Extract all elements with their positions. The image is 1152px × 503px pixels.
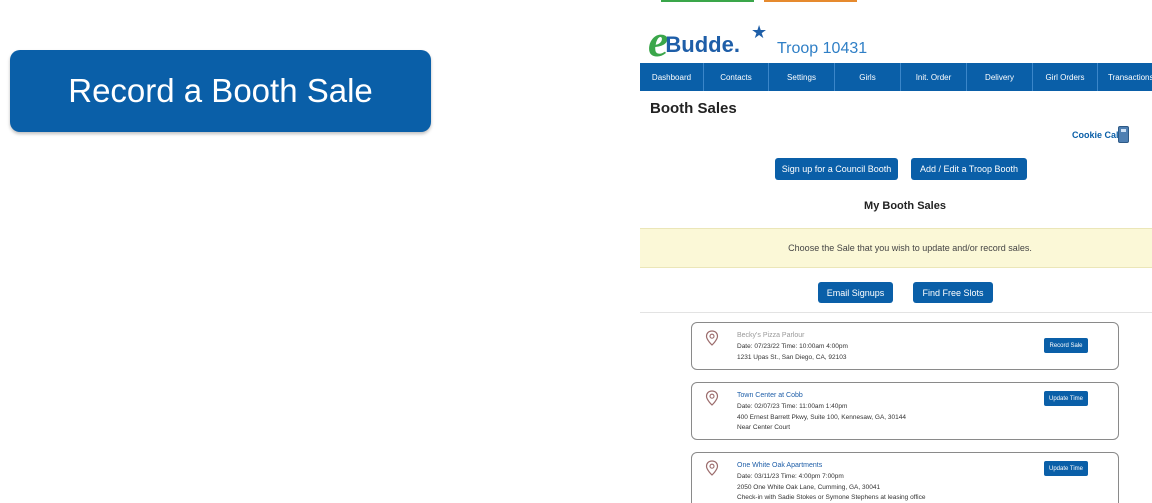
sale-address: 1231 Upas St., San Diego, CA, 92103 xyxy=(737,354,847,361)
map-pin-icon xyxy=(705,390,719,406)
nav-delivery[interactable]: Delivery xyxy=(967,63,1033,91)
logo-text: Budde. xyxy=(665,32,740,57)
sale-note: Near Center Court xyxy=(737,424,791,431)
email-signups-button[interactable]: Email Signups xyxy=(818,282,893,303)
find-free-slots-button[interactable]: Find Free Slots xyxy=(913,282,993,303)
ebudde-logo: e Budde. ★ xyxy=(648,18,767,64)
edit-troop-booth-button[interactable]: Add / Edit a Troop Booth xyxy=(911,158,1027,180)
top-tab-green[interactable] xyxy=(661,0,754,12)
top-tab-orange[interactable] xyxy=(764,0,857,12)
update-time-button[interactable]: Update Time xyxy=(1044,391,1088,406)
nav-girls[interactable]: Girls xyxy=(835,63,901,91)
sale-location-name[interactable]: Becky's Pizza Parlour xyxy=(737,332,804,339)
ebudde-app-panel: e Budde. ★ Troop 10431 Dashboard Contact… xyxy=(640,0,1152,503)
divider xyxy=(640,312,1152,313)
page-title: Booth Sales xyxy=(650,100,737,117)
sale-location-name[interactable]: One White Oak Apartments xyxy=(737,462,822,469)
record-sale-button[interactable]: Record Sale xyxy=(1044,338,1088,353)
map-pin-icon xyxy=(705,460,719,476)
sale-date-time: Date: 02/07/23 Time: 11:00am 1:40pm xyxy=(737,403,848,410)
sale-note: Check-in with Sadie Stokes or Symone Ste… xyxy=(737,494,926,501)
nav-settings[interactable]: Settings xyxy=(769,63,835,91)
council-booth-signup-button[interactable]: Sign up for a Council Booth xyxy=(775,158,898,180)
sale-address: 400 Ernest Barrett Pkwy, Suite 100, Kenn… xyxy=(737,414,906,421)
update-time-button[interactable]: Update Time xyxy=(1044,461,1088,476)
sale-date-time: Date: 07/23/22 Time: 10:00am 4:00pm xyxy=(737,343,848,350)
troop-label: Troop 10431 xyxy=(777,40,868,57)
nav-transactions[interactable]: Transactions xyxy=(1098,63,1152,91)
my-booth-sales-heading: My Booth Sales xyxy=(864,200,946,212)
sale-address: 2050 One White Oak Lane, Cumming, GA, 30… xyxy=(737,484,881,491)
booth-sale-card[interactable]: Becky's Pizza Parlour Date: 07/23/22 Tim… xyxy=(691,322,1119,370)
record-booth-sale-button[interactable]: Record a Booth Sale xyxy=(10,50,431,132)
star-icon: ★ xyxy=(751,22,768,42)
nav-dashboard[interactable]: Dashboard xyxy=(640,63,704,91)
booth-sale-card[interactable]: One White Oak Apartments Date: 03/11/23 … xyxy=(691,452,1119,503)
top-tabs xyxy=(661,0,857,12)
main-nav: Dashboard Contacts Settings Girls Init. … xyxy=(640,63,1152,91)
calculator-icon[interactable] xyxy=(1118,126,1129,143)
sale-location-name[interactable]: Town Center at Cobb xyxy=(737,392,803,399)
nav-init-order[interactable]: Init. Order xyxy=(901,63,967,91)
booth-sale-card[interactable]: Town Center at Cobb Date: 02/07/23 Time:… xyxy=(691,382,1119,440)
nav-girl-orders[interactable]: Girl Orders xyxy=(1033,63,1098,91)
map-pin-icon xyxy=(705,330,719,346)
sale-date-time: Date: 03/11/23 Time: 4:00pm 7:00pm xyxy=(737,473,844,480)
nav-contacts[interactable]: Contacts xyxy=(704,63,769,91)
instruction-notice: Choose the Sale that you wish to update … xyxy=(640,228,1152,268)
